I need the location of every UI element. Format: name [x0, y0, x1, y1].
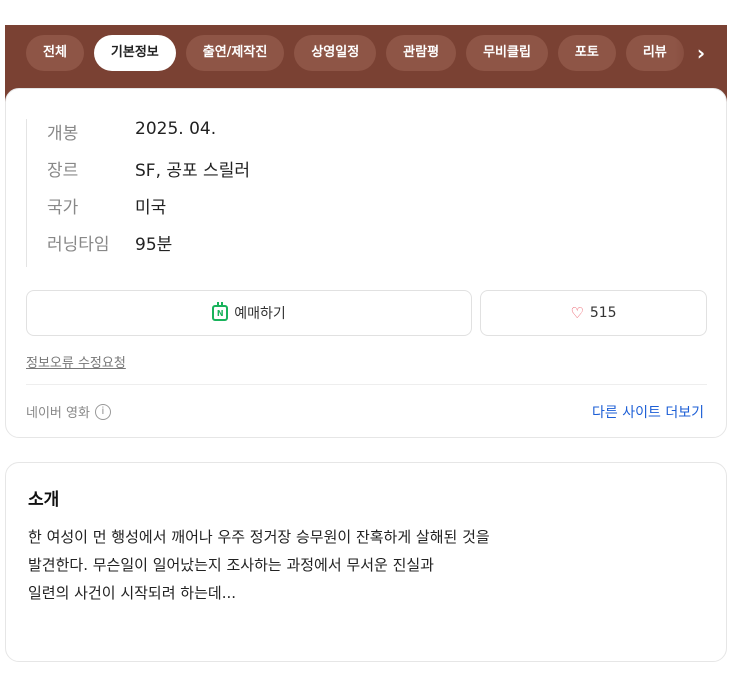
- tab-audience-reviews[interactable]: 관람평: [386, 35, 457, 71]
- heart-outline-icon: ♡: [570, 304, 584, 322]
- tab-photos[interactable]: 포토: [557, 35, 616, 71]
- info-key: 국가: [47, 198, 79, 218]
- intro-line: 발견한다. 무슨일이 일어났는지 조사하는 과정에서 무서운 진실과: [28, 556, 434, 574]
- info-icon[interactable]: i: [94, 403, 111, 420]
- tab-all[interactable]: 전체: [26, 35, 84, 71]
- tab-movie-clips[interactable]: 무비클립: [466, 35, 548, 71]
- intro-line: 일련의 사건이 시작되려 하는데...: [28, 584, 237, 602]
- like-count: 515: [589, 305, 617, 321]
- book-button[interactable]: N 예매하기: [26, 290, 472, 336]
- info-row-release: 개봉 2025. 04.: [47, 119, 250, 156]
- info-value: SF, 공포 스릴러: [135, 161, 250, 181]
- source-name: 네이버 영화: [26, 406, 90, 421]
- info-row-genre: 장르 SF, 공포 스릴러: [47, 156, 250, 193]
- book-button-label: 예매하기: [234, 306, 286, 322]
- info-key: 장르: [47, 161, 79, 181]
- intro-line: 한 여성이 먼 행성에서 깨어나 우주 정거장 승무원이 잔혹하게 살해된 것을: [28, 528, 490, 546]
- more-sites-link[interactable]: 다른 사이트 더보기: [592, 402, 704, 422]
- info-value: 2025. 04.: [135, 119, 217, 139]
- intro-card: 소개 한 여성이 먼 행성에서 깨어나 우주 정거장 승무원이 잔혹하게 살해된…: [5, 462, 727, 662]
- info-list: 개봉 2025. 04. 장르 SF, 공포 스릴러 국가 미국 러닝타임 95…: [26, 119, 250, 267]
- tab-showtimes[interactable]: 상영일정: [294, 35, 377, 71]
- tab-cast-crew[interactable]: 출연/제작진: [185, 35, 285, 71]
- tab-bar: 전체 기본정보 출연/제작진 상영일정 관람평 무비클립 포토 리뷰 ›: [5, 34, 727, 72]
- report-error-link[interactable]: 정보오류 수정요청: [26, 352, 126, 371]
- info-key: 개봉: [47, 124, 79, 144]
- naver-calendar-icon: N: [212, 302, 229, 321]
- chevron-right-icon[interactable]: ›: [691, 43, 711, 63]
- info-value: 미국: [135, 198, 167, 218]
- intro-body: 한 여성이 먼 행성에서 깨어나 우주 정거장 승무원이 잔혹하게 살해된 것을…: [28, 523, 688, 607]
- intro-title: 소개: [28, 490, 60, 510]
- source-label: 네이버 영화 i: [26, 402, 111, 421]
- divider: [26, 384, 707, 385]
- basic-info-card: 개봉 2025. 04. 장르 SF, 공포 스릴러 국가 미국 러닝타임 95…: [5, 88, 727, 438]
- like-button[interactable]: ♡ 515: [480, 290, 707, 336]
- info-key: 러닝타임: [47, 235, 110, 255]
- info-row-country: 국가 미국: [47, 193, 250, 230]
- tab-basic-info[interactable]: 기본정보: [93, 35, 176, 71]
- info-row-runtime: 러닝타임 95분: [47, 230, 250, 267]
- info-value: 95분: [135, 235, 173, 255]
